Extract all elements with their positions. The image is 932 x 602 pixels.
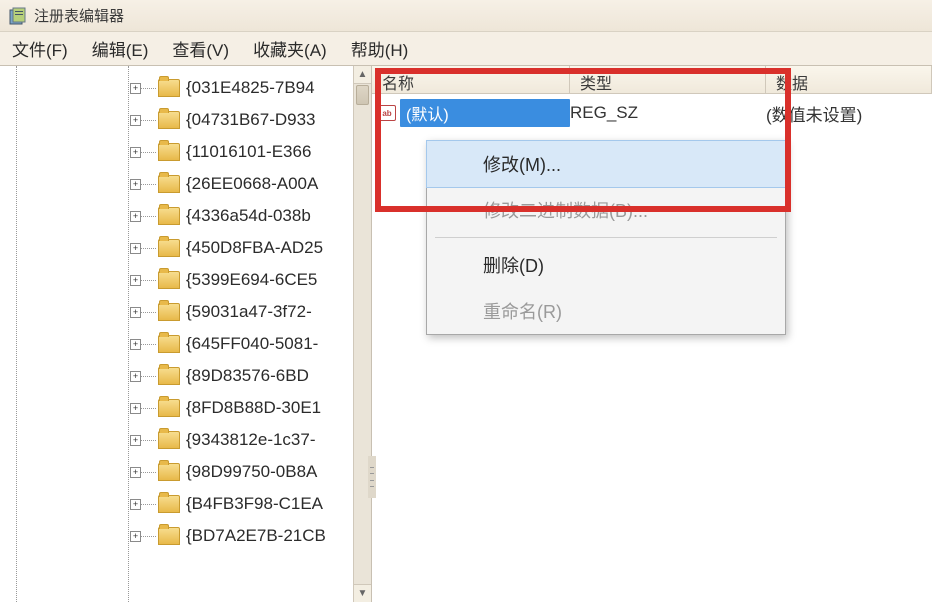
tree-item-label: {11016101-E366 [186,142,311,162]
value-data: (数值未设置) [766,101,862,126]
folder-icon [158,399,180,417]
menu-help[interactable]: 帮助(H) [351,36,409,61]
tree-item[interactable]: + {59031a47-3f72- [8,296,371,328]
tree-item-label: {5399E694-6CE5 [186,270,317,290]
folder-icon [158,431,180,449]
list-row[interactable]: ab (默认) REG_SZ (数值未设置) [372,98,932,128]
window-title: 注册表编辑器 [34,5,124,26]
tree-item-label: {8FD8B88D-30E1 [186,398,321,418]
scroll-thumb[interactable] [356,85,369,105]
column-type[interactable]: 类型 [570,66,766,93]
folder-icon [158,207,180,225]
menu-file[interactable]: 文件(F) [12,36,68,61]
menu-edit[interactable]: 编辑(E) [92,36,149,61]
folder-icon [158,303,180,321]
menu-favorites[interactable]: 收藏夹(A) [253,36,327,61]
tree-item[interactable]: + {8FD8B88D-30E1 [8,392,371,424]
list-header: 名称 类型 数据 [372,66,932,94]
expand-box-icon[interactable]: + [130,531,141,542]
expand-box-icon[interactable]: + [130,435,141,446]
folder-icon [158,143,180,161]
splitter-handle[interactable] [368,456,376,498]
expand-box-icon[interactable]: + [130,467,141,478]
expand-box-icon[interactable]: + [130,403,141,414]
ctx-modify-binary[interactable]: 修改二进制数据(B)... [427,187,785,233]
tree-item-label: {B4FB3F98-C1EA [186,494,323,514]
tree-item[interactable]: + {BD7A2E7B-21CB [8,520,371,552]
scroll-up-arrow-icon[interactable]: ▲ [354,66,371,84]
menubar: 文件(F) 编辑(E) 查看(V) 收藏夹(A) 帮助(H) [0,32,932,66]
folder-icon [158,367,180,385]
window-titlebar: 注册表编辑器 [0,0,932,32]
expand-box-icon[interactable]: + [130,499,141,510]
column-name[interactable]: 名称 [372,66,570,93]
tree-item[interactable]: + {450D8FBA-AD25 [8,232,371,264]
tree-item[interactable]: + {26EE0668-A00A [8,168,371,200]
tree-item-label: {98D99750-0B8A [186,462,317,482]
ctx-rename[interactable]: 重命名(R) [427,288,785,334]
tree-item-label: {9343812e-1c37- [186,430,316,450]
folder-icon [158,111,180,129]
ctx-separator [435,237,777,238]
folder-icon [158,271,180,289]
ctx-delete[interactable]: 删除(D) [427,242,785,288]
expand-box-icon[interactable]: + [130,339,141,350]
tree-item-label: {450D8FBA-AD25 [186,238,323,258]
expand-box-icon[interactable]: + [130,307,141,318]
expand-box-icon[interactable]: + [130,371,141,382]
folder-icon [158,463,180,481]
column-data[interactable]: 数据 [766,66,932,93]
value-type: REG_SZ [570,103,766,123]
expand-box-icon[interactable]: + [130,243,141,254]
tree-item[interactable]: + {645FF040-5081- [8,328,371,360]
tree-item[interactable]: + {B4FB3F98-C1EA [8,488,371,520]
tree-item-label: {BD7A2E7B-21CB [186,526,326,546]
folder-icon [158,335,180,353]
expand-box-icon[interactable]: + [130,179,141,190]
value-name[interactable]: (默认) [400,99,570,127]
tree-item-label: {59031a47-3f72- [186,302,312,322]
tree-item[interactable]: + {04731B67-D933 [8,104,371,136]
tree-item[interactable]: + {5399E694-6CE5 [8,264,371,296]
expand-box-icon[interactable]: + [130,211,141,222]
expand-box-icon[interactable]: + [130,115,141,126]
tree-item-label: {04731B67-D933 [186,110,316,130]
scroll-down-arrow-icon[interactable]: ▼ [354,584,371,602]
context-menu: 修改(M)... 修改二进制数据(B)... 删除(D) 重命名(R) [426,140,786,335]
folder-icon [158,239,180,257]
tree-item-label: {4336a54d-038b [186,206,311,226]
ctx-modify[interactable]: 修改(M)... [426,140,786,188]
folder-icon [158,527,180,545]
string-value-icon: ab [378,105,396,121]
expand-box-icon[interactable]: + [130,83,141,94]
tree-item-label: {645FF040-5081- [186,334,318,354]
tree-item[interactable]: + {98D99750-0B8A [8,456,371,488]
regedit-icon [8,6,28,26]
tree-item-label: {89D83576-6BD [186,366,309,386]
tree-item[interactable]: + {031E4825-7B94 [8,72,371,104]
menu-view[interactable]: 查看(V) [172,36,229,61]
folder-icon [158,495,180,513]
tree-item-label: {26EE0668-A00A [186,174,318,194]
tree-item[interactable]: + {11016101-E366 [8,136,371,168]
tree-pane[interactable]: + {031E4825-7B94 + {04731B67-D933 + {11016101… [0,66,372,602]
tree-scrollbar[interactable]: ▲ ▼ [353,66,371,602]
tree-item[interactable]: + {89D83576-6BD [8,360,371,392]
folder-icon [158,79,180,97]
folder-icon [158,175,180,193]
expand-box-icon[interactable]: + [130,275,141,286]
tree-item-label: {031E4825-7B94 [186,78,315,98]
tree-item[interactable]: + {9343812e-1c37- [8,424,371,456]
expand-box-icon[interactable]: + [130,147,141,158]
tree-item[interactable]: + {4336a54d-038b [8,200,371,232]
